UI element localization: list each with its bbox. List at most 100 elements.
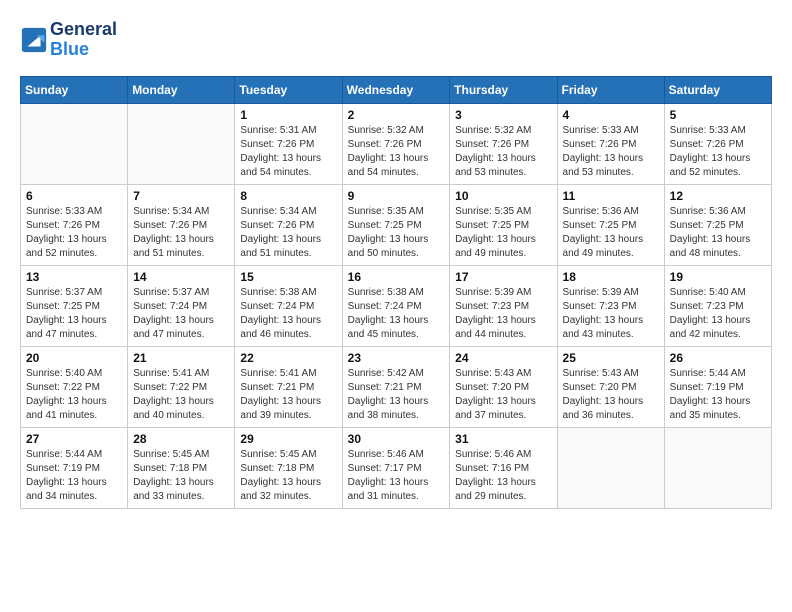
page-header: General Blue [20, 20, 772, 60]
calendar-cell: 25 Sunrise: 5:43 AM Sunset: 7:20 PM Dayli… [557, 346, 664, 427]
day-info: Sunrise: 5:37 AM Sunset: 7:25 PM Dayligh… [26, 286, 122, 342]
day-info: Sunrise: 5:31 AM Sunset: 7:26 PM Dayligh… [240, 124, 336, 180]
day-number: 9 [348, 189, 445, 203]
day-number: 22 [240, 351, 336, 365]
day-info: Sunrise: 5:32 AM Sunset: 7:26 PM Dayligh… [348, 124, 445, 180]
day-info: Sunrise: 5:33 AM Sunset: 7:26 PM Dayligh… [26, 205, 122, 261]
day-number: 25 [563, 351, 659, 365]
day-number: 13 [26, 270, 122, 284]
day-number: 12 [670, 189, 766, 203]
calendar-cell: 14 Sunrise: 5:37 AM Sunset: 7:24 PM Dayli… [128, 265, 235, 346]
calendar-cell: 26 Sunrise: 5:44 AM Sunset: 7:19 PM Dayli… [664, 346, 771, 427]
day-number: 6 [26, 189, 122, 203]
day-number: 31 [455, 432, 551, 446]
day-info: Sunrise: 5:34 AM Sunset: 7:26 PM Dayligh… [133, 205, 229, 261]
calendar-cell [128, 103, 235, 184]
day-info: Sunrise: 5:43 AM Sunset: 7:20 PM Dayligh… [563, 367, 659, 423]
day-info: Sunrise: 5:37 AM Sunset: 7:24 PM Dayligh… [133, 286, 229, 342]
calendar-cell: 4Sunrise: 5:33 AM Sunset: 7:26 PM Daylig… [557, 103, 664, 184]
calendar-week-row: 20 Sunrise: 5:40 AM Sunset: 7:22 PM Dayli… [21, 346, 772, 427]
day-number: 19 [670, 270, 766, 284]
weekday-header: Thursday [450, 76, 557, 103]
day-info: Sunrise: 5:36 AM Sunset: 7:25 PM Dayligh… [670, 205, 766, 261]
calendar-week-row: 1Sunrise: 5:31 AM Sunset: 7:26 PM Daylig… [21, 103, 772, 184]
calendar-cell: 1Sunrise: 5:31 AM Sunset: 7:26 PM Daylig… [235, 103, 342, 184]
day-number: 5 [670, 108, 766, 122]
calendar-cell: 16 Sunrise: 5:38 AM Sunset: 7:24 PM Dayli… [342, 265, 450, 346]
calendar-cell: 22 Sunrise: 5:41 AM Sunset: 7:21 PM Dayli… [235, 346, 342, 427]
day-info: Sunrise: 5:38 AM Sunset: 7:24 PM Dayligh… [240, 286, 336, 342]
day-info: Sunrise: 5:40 AM Sunset: 7:23 PM Dayligh… [670, 286, 766, 342]
day-info: Sunrise: 5:38 AM Sunset: 7:24 PM Dayligh… [348, 286, 445, 342]
day-info: Sunrise: 5:35 AM Sunset: 7:25 PM Dayligh… [348, 205, 445, 261]
weekday-header: Friday [557, 76, 664, 103]
calendar-cell: 3 Sunrise: 5:32 AM Sunset: 7:26 PM Daylig… [450, 103, 557, 184]
day-info: Sunrise: 5:32 AM Sunset: 7:26 PM Dayligh… [455, 124, 551, 180]
calendar-cell: 8Sunrise: 5:34 AM Sunset: 7:26 PM Daylig… [235, 184, 342, 265]
calendar-cell: 20 Sunrise: 5:40 AM Sunset: 7:22 PM Dayli… [21, 346, 128, 427]
day-info: Sunrise: 5:34 AM Sunset: 7:26 PM Dayligh… [240, 205, 336, 261]
day-info: Sunrise: 5:45 AM Sunset: 7:18 PM Dayligh… [133, 448, 229, 504]
calendar-cell: 30Sunrise: 5:46 AM Sunset: 7:17 PM Dayli… [342, 427, 450, 508]
calendar-cell: 18 Sunrise: 5:39 AM Sunset: 7:23 PM Dayli… [557, 265, 664, 346]
calendar-cell: 23 Sunrise: 5:42 AM Sunset: 7:21 PM Dayli… [342, 346, 450, 427]
day-number: 4 [563, 108, 659, 122]
calendar-cell [664, 427, 771, 508]
day-number: 7 [133, 189, 229, 203]
calendar-cell: 19 Sunrise: 5:40 AM Sunset: 7:23 PM Dayli… [664, 265, 771, 346]
day-info: Sunrise: 5:40 AM Sunset: 7:22 PM Dayligh… [26, 367, 122, 423]
day-number: 11 [563, 189, 659, 203]
calendar-cell: 29Sunrise: 5:45 AM Sunset: 7:18 PM Dayli… [235, 427, 342, 508]
calendar-cell: 13 Sunrise: 5:37 AM Sunset: 7:25 PM Dayli… [21, 265, 128, 346]
calendar-week-row: 6 Sunrise: 5:33 AM Sunset: 7:26 PM Daylig… [21, 184, 772, 265]
day-info: Sunrise: 5:41 AM Sunset: 7:21 PM Dayligh… [240, 367, 336, 423]
calendar-week-row: 27 Sunrise: 5:44 AM Sunset: 7:19 PM Dayli… [21, 427, 772, 508]
calendar-cell: 2 Sunrise: 5:32 AM Sunset: 7:26 PM Daylig… [342, 103, 450, 184]
weekday-header: Wednesday [342, 76, 450, 103]
day-number: 2 [348, 108, 445, 122]
day-info: Sunrise: 5:43 AM Sunset: 7:20 PM Dayligh… [455, 367, 551, 423]
calendar-cell: 28Sunrise: 5:45 AM Sunset: 7:18 PM Dayli… [128, 427, 235, 508]
calendar-cell: 24Sunrise: 5:43 AM Sunset: 7:20 PM Dayli… [450, 346, 557, 427]
day-number: 14 [133, 270, 229, 284]
calendar-table: SundayMondayTuesdayWednesdayThursdayFrid… [20, 76, 772, 509]
day-info: Sunrise: 5:46 AM Sunset: 7:17 PM Dayligh… [348, 448, 445, 504]
day-info: Sunrise: 5:42 AM Sunset: 7:21 PM Dayligh… [348, 367, 445, 423]
day-info: Sunrise: 5:45 AM Sunset: 7:18 PM Dayligh… [240, 448, 336, 504]
day-info: Sunrise: 5:41 AM Sunset: 7:22 PM Dayligh… [133, 367, 229, 423]
calendar-cell: 9 Sunrise: 5:35 AM Sunset: 7:25 PM Daylig… [342, 184, 450, 265]
day-number: 26 [670, 351, 766, 365]
calendar-cell: 15Sunrise: 5:38 AM Sunset: 7:24 PM Dayli… [235, 265, 342, 346]
calendar-week-row: 13 Sunrise: 5:37 AM Sunset: 7:25 PM Dayli… [21, 265, 772, 346]
day-number: 10 [455, 189, 551, 203]
day-info: Sunrise: 5:44 AM Sunset: 7:19 PM Dayligh… [26, 448, 122, 504]
calendar-cell: 7 Sunrise: 5:34 AM Sunset: 7:26 PM Daylig… [128, 184, 235, 265]
weekday-header: Monday [128, 76, 235, 103]
logo-text: General Blue [50, 20, 117, 60]
calendar-cell: 21 Sunrise: 5:41 AM Sunset: 7:22 PM Dayli… [128, 346, 235, 427]
weekday-header: Saturday [664, 76, 771, 103]
calendar-cell: 17Sunrise: 5:39 AM Sunset: 7:23 PM Dayli… [450, 265, 557, 346]
day-number: 27 [26, 432, 122, 446]
calendar-cell: 10 Sunrise: 5:35 AM Sunset: 7:25 PM Dayli… [450, 184, 557, 265]
calendar-cell [21, 103, 128, 184]
logo-icon [20, 26, 48, 54]
calendar-cell: 12 Sunrise: 5:36 AM Sunset: 7:25 PM Dayli… [664, 184, 771, 265]
day-info: Sunrise: 5:44 AM Sunset: 7:19 PM Dayligh… [670, 367, 766, 423]
calendar-cell [557, 427, 664, 508]
calendar-cell: 31 Sunrise: 5:46 AM Sunset: 7:16 PM Dayli… [450, 427, 557, 508]
day-number: 16 [348, 270, 445, 284]
day-info: Sunrise: 5:35 AM Sunset: 7:25 PM Dayligh… [455, 205, 551, 261]
day-info: Sunrise: 5:39 AM Sunset: 7:23 PM Dayligh… [455, 286, 551, 342]
day-number: 20 [26, 351, 122, 365]
day-info: Sunrise: 5:46 AM Sunset: 7:16 PM Dayligh… [455, 448, 551, 504]
calendar-cell: 6 Sunrise: 5:33 AM Sunset: 7:26 PM Daylig… [21, 184, 128, 265]
logo: General Blue [20, 20, 117, 60]
calendar-cell: 5 Sunrise: 5:33 AM Sunset: 7:26 PM Daylig… [664, 103, 771, 184]
day-number: 18 [563, 270, 659, 284]
day-info: Sunrise: 5:33 AM Sunset: 7:26 PM Dayligh… [670, 124, 766, 180]
day-number: 23 [348, 351, 445, 365]
day-number: 21 [133, 351, 229, 365]
day-number: 3 [455, 108, 551, 122]
day-info: Sunrise: 5:39 AM Sunset: 7:23 PM Dayligh… [563, 286, 659, 342]
